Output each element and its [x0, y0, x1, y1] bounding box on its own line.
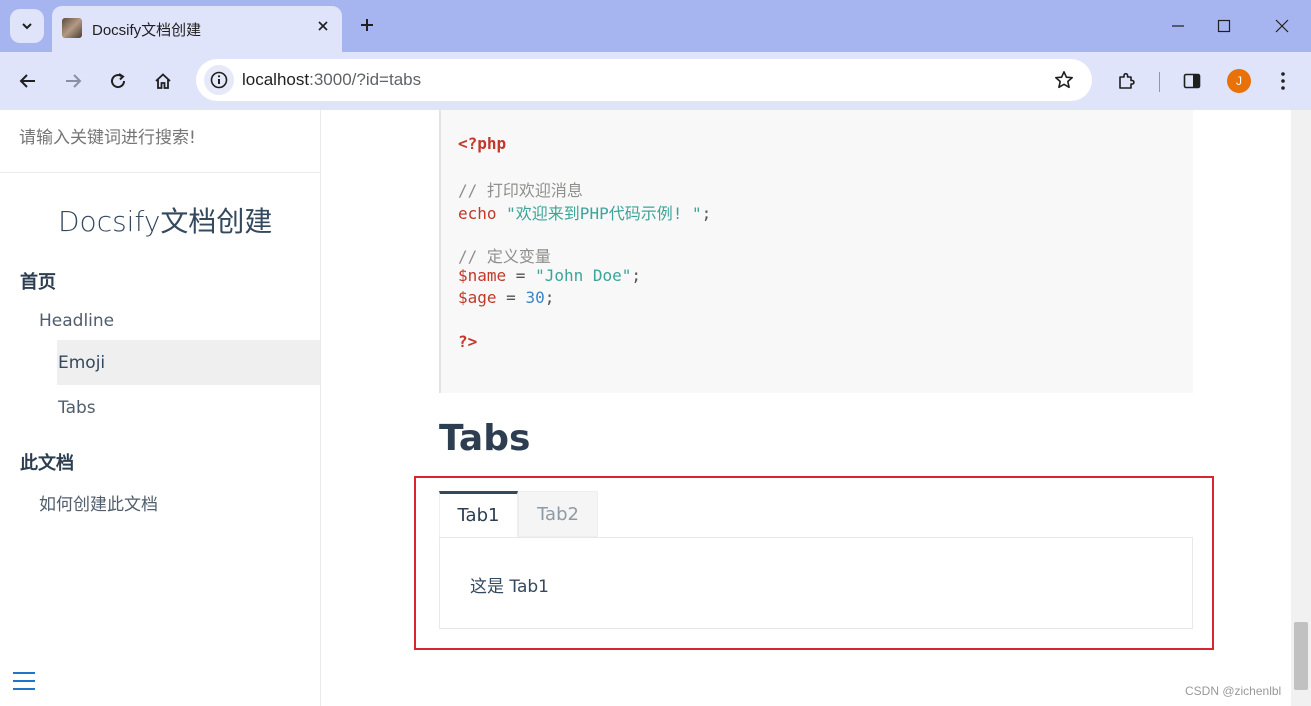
arrow-left-icon — [19, 74, 35, 88]
watermark: CSDN @zichenlbl — [1185, 684, 1282, 698]
code-line-age: $age = 30; — [458, 288, 554, 307]
menu-button[interactable] — [1266, 64, 1300, 98]
hamburger-line — [13, 680, 35, 682]
sidebar-item-how-to-create[interactable]: 如何创建此文档 — [39, 490, 158, 515]
code-block[interactable]: <?php // 打印欢迎消息 echo "欢迎来到PHP代码示例! "; //… — [439, 110, 1193, 393]
minimize-icon — [1172, 25, 1184, 27]
search-box — [0, 110, 320, 173]
site-info-button[interactable] — [204, 65, 234, 95]
code-line-echo: echo "欢迎来到PHP代码示例! "; — [458, 200, 711, 224]
sidebar-toggle-button[interactable] — [13, 672, 35, 690]
puzzle-icon — [1119, 72, 1135, 89]
tab-tab2[interactable]: Tab2 — [518, 491, 598, 537]
minimize-button[interactable] — [1155, 6, 1201, 46]
back-button[interactable] — [11, 64, 45, 98]
home-button[interactable] — [146, 64, 180, 98]
plus-icon — [361, 19, 373, 31]
app-name[interactable]: Docsify文档创建 — [58, 200, 272, 240]
reload-button[interactable] — [101, 64, 135, 98]
code-punctuation: ; — [544, 288, 555, 307]
close-tab-button[interactable] — [312, 15, 334, 37]
scrollbar-thumb[interactable] — [1294, 622, 1308, 690]
bookmark-button[interactable] — [1052, 68, 1076, 92]
code-variable: $age — [458, 288, 497, 307]
tab-strip: Docsify文档创建 — [0, 0, 1311, 52]
docs-sidebar: Docsify文档创建 首页 Headline Emoji Tabs 此文档 如… — [0, 110, 321, 706]
main-content: <?php // 打印欢迎消息 echo "欢迎来到PHP代码示例! "; //… — [321, 110, 1291, 706]
url-text[interactable]: localhost:3000/?id=tabs — [242, 70, 421, 90]
tab-panel-text: 这是 Tab1 — [470, 577, 549, 597]
favicon-icon — [62, 18, 82, 38]
browser-toolbar: localhost:3000/?id=tabs J — [0, 52, 1311, 110]
code-operator: = — [506, 266, 536, 285]
hamburger-line — [13, 688, 35, 690]
toolbar-separator — [1159, 72, 1160, 92]
url-path: :3000/?id=tabs — [309, 70, 422, 89]
code-punctuation: ; — [631, 266, 642, 285]
extensions-button[interactable] — [1110, 64, 1144, 98]
sidebar-item-emoji[interactable]: Emoji — [58, 353, 105, 373]
hamburger-line — [13, 672, 35, 674]
code-open-tag: <?php — [458, 134, 507, 153]
home-icon — [155, 73, 171, 89]
code-keyword: echo — [458, 204, 497, 223]
sidebar-item-headline[interactable]: Headline — [39, 311, 114, 331]
close-window-button[interactable] — [1259, 6, 1305, 46]
url-host: localhost — [242, 70, 310, 89]
code-line-name: $name = "John Doe"; — [458, 266, 641, 285]
arrow-right-icon — [66, 74, 82, 88]
tab-tab1[interactable]: Tab1 — [439, 491, 518, 537]
info-icon — [210, 71, 228, 89]
forward-button[interactable] — [56, 64, 90, 98]
code-variable: $name — [458, 266, 507, 285]
address-bar[interactable]: localhost:3000/?id=tabs — [196, 59, 1092, 101]
close-icon — [1275, 19, 1289, 33]
maximize-icon — [1217, 19, 1231, 33]
code-number: 30 — [525, 288, 545, 307]
side-panel-icon — [1183, 73, 1201, 89]
code-close-tag: ?> — [458, 332, 478, 351]
code-punctuation: ; — [701, 204, 712, 223]
tab-panel: 这是 Tab1 — [439, 537, 1193, 629]
browser-tab-active[interactable]: Docsify文档创建 — [52, 6, 342, 52]
code-comment: // 定义变量 — [458, 247, 551, 266]
maximize-button[interactable] — [1201, 6, 1247, 46]
new-tab-button[interactable] — [352, 10, 382, 40]
chevron-down-icon — [22, 23, 32, 30]
star-icon — [1055, 71, 1073, 89]
sidebar-item-tabs[interactable]: Tabs — [58, 398, 96, 418]
sidebar-section-home[interactable]: 首页 — [20, 268, 56, 294]
browser-chrome: Docsify文档创建 localhost:3000/?id=tabs J — [0, 0, 1311, 110]
search-input[interactable] — [19, 128, 299, 148]
reload-icon — [111, 73, 126, 89]
page-viewport: Docsify文档创建 首页 Headline Emoji Tabs 此文档 如… — [0, 110, 1311, 706]
close-icon — [318, 21, 328, 31]
page-scrollbar[interactable] — [1291, 110, 1311, 706]
side-panel-button[interactable] — [1175, 64, 1209, 98]
section-heading: Tabs — [439, 418, 531, 459]
sidebar-section-this-doc[interactable]: 此文档 — [20, 449, 74, 475]
tab-search-button[interactable] — [10, 9, 44, 43]
browser-tab-title: Docsify文档创建 — [92, 22, 202, 39]
code-operator: = — [496, 288, 526, 307]
code-string: "John Doe" — [535, 266, 632, 285]
code-comment: // 打印欢迎消息 — [458, 181, 583, 200]
more-vertical-icon — [1281, 72, 1285, 90]
code-string: "欢迎来到PHP代码示例! " — [506, 204, 702, 223]
profile-avatar[interactable]: J — [1227, 69, 1251, 93]
